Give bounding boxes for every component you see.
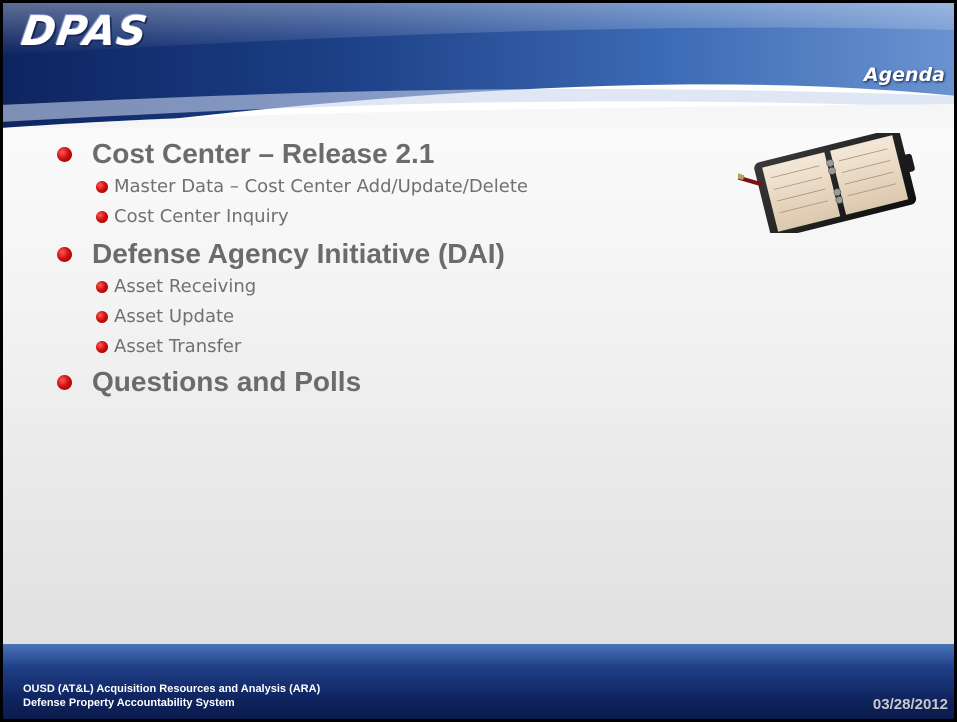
agenda-subitem: Asset Receiving bbox=[92, 272, 734, 302]
agenda-item-questions: Questions and Polls bbox=[54, 364, 734, 400]
footer-date: 03/28/2012 bbox=[872, 696, 948, 713]
red-ball-bullet-icon bbox=[96, 311, 108, 323]
agenda-item-cost-center: Cost Center – Release 2.1 bbox=[54, 136, 734, 172]
agenda-subitem: Master Data – Cost Center Add/Update/Del… bbox=[92, 172, 734, 202]
agenda-planner-icon bbox=[738, 133, 917, 233]
slide: DPAS Agenda Cost Center – Release 2.1 Ma… bbox=[0, 0, 957, 722]
agenda-subitem: Asset Transfer bbox=[92, 332, 734, 362]
red-ball-bullet-icon bbox=[96, 281, 108, 293]
red-ball-bullet-icon bbox=[96, 341, 108, 353]
agenda-subitem-label: Asset Update bbox=[114, 306, 235, 327]
red-ball-bullet-icon bbox=[57, 375, 72, 390]
agenda-subitem-label: Cost Center Inquiry bbox=[114, 206, 289, 227]
red-ball-bullet-icon bbox=[96, 211, 108, 223]
red-ball-bullet-icon bbox=[96, 181, 108, 193]
agenda-subitem-label: Master Data – Cost Center Add/Update/Del… bbox=[114, 176, 528, 197]
footer-org-text: OUSD (AT&L) Acquisition Resources and An… bbox=[23, 683, 321, 695]
agenda-subitem: Asset Update bbox=[92, 302, 734, 332]
agenda-list: Cost Center – Release 2.1 Master Data – … bbox=[54, 136, 734, 400]
footer-bar: OUSD (AT&L) Acquisition Resources and An… bbox=[0, 644, 957, 722]
section-title: Agenda bbox=[863, 64, 945, 86]
agenda-subitem-label: Asset Receiving bbox=[114, 276, 257, 297]
dpas-logo: DPAS bbox=[18, 7, 151, 55]
agenda-item-label: Cost Center – Release 2.1 bbox=[92, 138, 435, 169]
agenda-item-dai: Defense Agency Initiative (DAI) bbox=[54, 236, 734, 272]
agenda-item-label: Defense Agency Initiative (DAI) bbox=[92, 238, 505, 269]
agenda-item-label: Questions and Polls bbox=[92, 366, 362, 397]
agenda-subitem-label: Asset Transfer bbox=[114, 336, 242, 357]
header-banner: DPAS Agenda bbox=[0, 0, 957, 128]
red-ball-bullet-icon bbox=[57, 147, 72, 162]
agenda-subitem: Cost Center Inquiry bbox=[92, 202, 734, 232]
footer-system-text: Defense Property Accountability System bbox=[23, 697, 235, 709]
red-ball-bullet-icon bbox=[57, 247, 72, 262]
